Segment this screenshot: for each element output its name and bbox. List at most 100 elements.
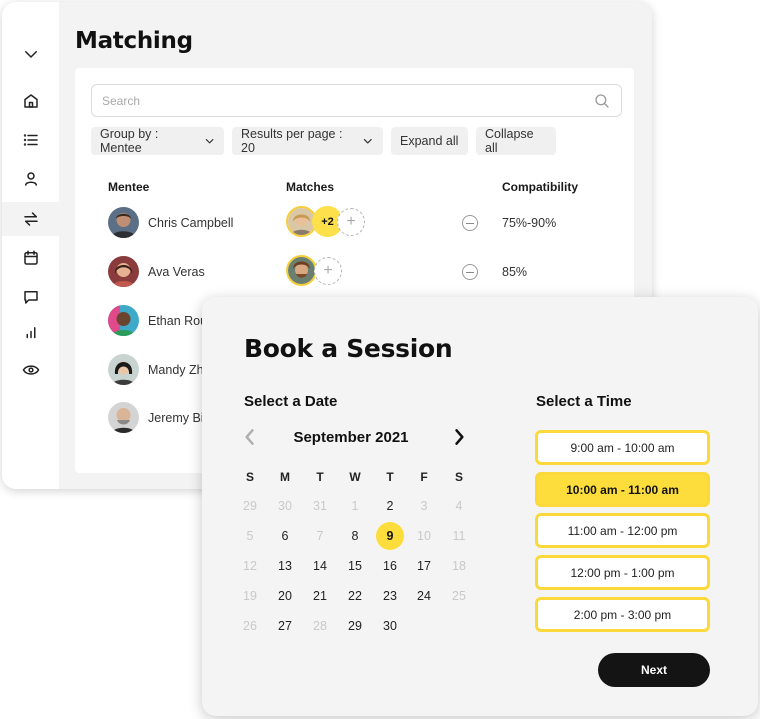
- calendar-day[interactable]: 16: [376, 552, 404, 580]
- month-label: September 2021: [293, 429, 409, 446]
- collapse-all-label: Collapse all: [485, 127, 534, 155]
- plus-icon: +: [323, 262, 333, 279]
- calendar-day[interactable]: 17: [410, 552, 438, 580]
- avatar: [108, 207, 139, 238]
- plus-icon: +: [346, 213, 356, 230]
- weekday-label: W: [349, 470, 361, 484]
- calendar-day[interactable]: 30: [376, 612, 404, 640]
- calendar-day: 30: [278, 499, 292, 513]
- add-match-button[interactable]: +: [337, 208, 365, 236]
- expand-all-button[interactable]: Expand all: [391, 127, 468, 155]
- search-icon[interactable]: [593, 92, 611, 110]
- avatar: [108, 305, 139, 336]
- book-session-dialog: Book a Session Select a Date Select a Ti…: [202, 297, 758, 716]
- sidebar: [2, 2, 59, 489]
- calendar-day[interactable]: 22: [341, 582, 369, 610]
- calendar-day[interactable]: 15: [341, 552, 369, 580]
- calendar-day: 11: [452, 529, 466, 543]
- avatar: [108, 256, 139, 287]
- calendar-day[interactable]: 23: [376, 582, 404, 610]
- time-slot[interactable]: 11:00 am - 12:00 pm: [535, 513, 710, 548]
- group-by-dropdown[interactable]: Group by : Mentee: [91, 127, 224, 155]
- select-date-label: Select a Date: [244, 393, 338, 410]
- page-title: Matching: [75, 28, 193, 54]
- calendar-day: 10: [417, 529, 431, 543]
- calendar-day: 12: [243, 559, 257, 573]
- eye-icon[interactable]: [2, 353, 59, 387]
- calendar-day: 25: [452, 589, 466, 603]
- time-slot[interactable]: 12:00 pm - 1:00 pm: [535, 555, 710, 590]
- calendar-day: 29: [243, 499, 257, 513]
- remove-icon[interactable]: [462, 215, 478, 231]
- weekday-label: T: [316, 470, 324, 484]
- chevron-left-icon[interactable]: [240, 427, 260, 447]
- calendar-day: 18: [452, 559, 466, 573]
- chat-icon[interactable]: [2, 280, 59, 314]
- collapse-all-button[interactable]: Collapse all: [476, 127, 556, 155]
- user-icon[interactable]: [2, 162, 59, 196]
- time-slot[interactable]: 2:00 pm - 3:00 pm: [535, 597, 710, 632]
- calendar-day[interactable]: 2: [376, 492, 404, 520]
- calendar-day[interactable]: 24: [410, 582, 438, 610]
- calendar-day: 5: [246, 529, 254, 543]
- time-slot[interactable]: 9:00 am - 10:00 am: [535, 430, 710, 465]
- chevron-down-icon: [205, 139, 214, 144]
- group-by-label: Group by : Mentee: [100, 127, 159, 155]
- weekday-label: M: [280, 470, 290, 484]
- weekday-label: T: [386, 470, 394, 484]
- calendar-day[interactable]: 20: [271, 582, 299, 610]
- chevron-right-icon[interactable]: [449, 427, 469, 447]
- calendar-day: 31: [313, 499, 327, 513]
- search-placeholder: Search: [102, 94, 141, 108]
- avatar: [108, 354, 139, 385]
- calendar-icon[interactable]: [2, 241, 59, 275]
- calendar-day: 7: [316, 529, 324, 543]
- avatar: [108, 402, 139, 433]
- calendar-day[interactable]: 6: [271, 522, 299, 550]
- calendar-day[interactable]: 14: [306, 552, 334, 580]
- table-row[interactable]: Ava Veras + 85%: [75, 252, 634, 292]
- column-header-mentee: Mentee: [108, 180, 150, 194]
- calendar-day[interactable]: 29: [341, 612, 369, 640]
- calendar-day-selected[interactable]: 9: [376, 522, 404, 550]
- home-icon[interactable]: [2, 84, 59, 118]
- results-per-page-label: Results per page : 20: [241, 127, 343, 155]
- mentee-name: Ethan Rou: [148, 314, 208, 328]
- weekday-label: F: [420, 470, 428, 484]
- mentee-name: Chris Campbell: [148, 216, 234, 230]
- select-time-label: Select a Time: [536, 393, 632, 410]
- mentee-name: Jeremy Bis: [148, 411, 210, 425]
- chevron-down-icon: [364, 138, 373, 144]
- chevron-down-icon[interactable]: [2, 37, 59, 71]
- calendar-day[interactable]: 13: [271, 552, 299, 580]
- next-button[interactable]: Next: [598, 653, 710, 687]
- column-header-compatibility: Compatibility: [502, 180, 579, 194]
- calendar-day[interactable]: 21: [306, 582, 334, 610]
- dialog-title: Book a Session: [244, 334, 453, 363]
- bar-chart-icon[interactable]: [2, 316, 59, 350]
- add-match-button[interactable]: +: [314, 257, 342, 285]
- expand-all-label: Expand all: [400, 134, 459, 148]
- list-icon[interactable]: [2, 123, 59, 157]
- search-input[interactable]: Search: [91, 84, 622, 117]
- calendar-day: 3: [420, 499, 428, 513]
- compatibility-value: 75%-90%: [502, 216, 557, 230]
- time-slot-selected[interactable]: 10:00 am - 11:00 am: [535, 472, 710, 507]
- remove-icon[interactable]: [462, 264, 478, 280]
- calendar-day[interactable]: 8: [341, 522, 369, 550]
- calendar-day[interactable]: 27: [271, 612, 299, 640]
- weekday-label: S: [454, 470, 463, 484]
- calendar-day: 26: [243, 619, 257, 633]
- calendar-day: 4: [455, 499, 463, 513]
- compatibility-value: 85%: [502, 265, 528, 279]
- column-header-matches: Matches: [286, 180, 335, 194]
- calendar-day: 1: [351, 499, 359, 513]
- weekday-label: S: [245, 470, 254, 484]
- results-per-page-dropdown[interactable]: Results per page : 20: [232, 127, 383, 155]
- mentee-name: Ava Veras: [148, 265, 205, 279]
- calendar-day: 19: [243, 589, 257, 603]
- match-arrows-icon[interactable]: [2, 202, 59, 236]
- table-row[interactable]: Chris Campbell +2 + 75%-90%: [75, 203, 634, 243]
- avatar[interactable]: [286, 255, 317, 286]
- calendar-day: 28: [313, 619, 327, 633]
